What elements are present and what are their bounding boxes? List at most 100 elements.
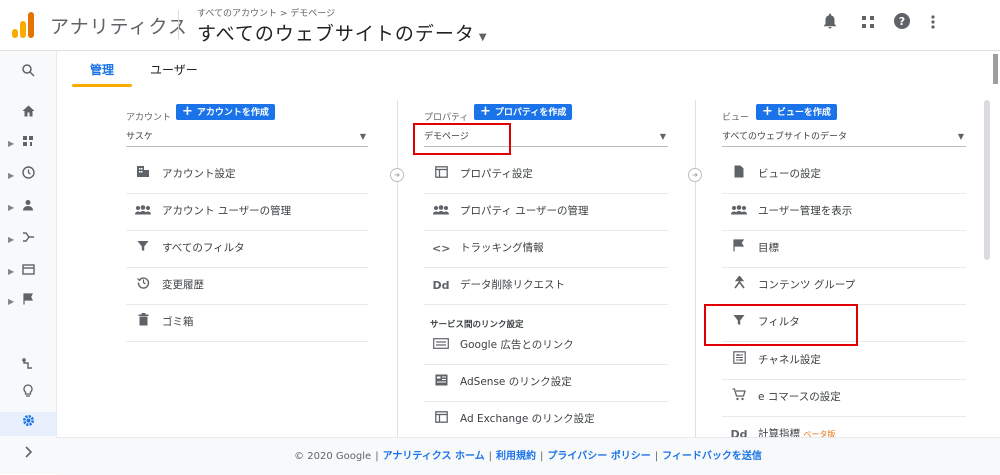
google-ads-icon: [432, 327, 450, 364]
footer-link-feedback[interactable]: フィードバックを送信: [662, 451, 762, 462]
header-bar: アナリティクス すべてのアカウント > デモページ すべてのウェブサイトのデータ…: [0, 0, 1000, 51]
row-label: Ad Exchange のリンク設定: [460, 413, 595, 425]
dd-icon: Dd: [432, 279, 450, 292]
realtime-clock-icon[interactable]: ▶: [0, 164, 56, 188]
account-selected-value: サスケ: [126, 132, 153, 142]
row-label: ユーザー管理を表示: [758, 205, 853, 217]
plus-icon: +: [480, 104, 491, 119]
property-row-users[interactable]: プロパティ ユーザーの管理: [424, 193, 668, 231]
caret-down-icon: ▼: [478, 32, 488, 43]
property-row-settings[interactable]: プロパティ設定: [424, 156, 668, 194]
column-separator: [397, 100, 398, 437]
footer-link-terms[interactable]: 利用規約: [496, 451, 536, 462]
property-row-data-deletion[interactable]: Dd データ削除リクエスト: [424, 267, 668, 305]
acquisition-icon[interactable]: ▶: [0, 228, 56, 252]
audience-person-icon[interactable]: ▶: [0, 196, 56, 220]
footer-link-analytics-home[interactable]: アナリティクス ホーム: [383, 451, 485, 462]
view-selected-value: すべてのウェブサイトのデータ: [722, 132, 848, 142]
property-column-label: プロパティ: [424, 113, 469, 123]
footer-separator: |: [654, 451, 659, 462]
property-row-adsense[interactable]: AdSense のリンク設定: [424, 364, 668, 402]
account-row-history[interactable]: 変更履歴: [126, 267, 368, 305]
filter-icon: [134, 230, 152, 267]
tab-admin[interactable]: 管理: [90, 61, 114, 78]
view-row-users[interactable]: ユーザー管理を表示: [722, 193, 966, 231]
view-selector[interactable]: すべてのウェブサイトのデータ ▼: [722, 128, 966, 147]
collapse-chevron-icon[interactable]: [0, 443, 56, 467]
view-row-calculated-metrics[interactable]: Dd 計算指標 ベータ版: [722, 416, 966, 438]
plus-icon: +: [762, 104, 773, 119]
dropdown-arrow-icon: ▼: [359, 132, 366, 141]
row-label: e コマースの設定: [758, 391, 841, 403]
row-label: チャネル設定: [758, 354, 821, 366]
behavior-icon[interactable]: ▶: [0, 260, 56, 284]
highlight-box-property: [413, 123, 511, 155]
create-view-button[interactable]: + ビューを作成: [756, 104, 837, 120]
discover-lightbulb-icon[interactable]: [0, 382, 56, 406]
analytics-logo-icon[interactable]: [12, 12, 34, 38]
create-account-label: アカウントを作成: [196, 108, 269, 118]
row-label: ビューの設定: [758, 168, 821, 180]
row-label: ゴミ箱: [162, 316, 194, 328]
tab-active-underline: [72, 84, 132, 87]
view-title: すべてのウェブサイトのデータ: [197, 23, 475, 45]
account-column-label: アカウント: [126, 113, 172, 123]
tab-user[interactable]: ユーザー: [150, 61, 198, 78]
view-row-channel-settings[interactable]: チャネル設定: [722, 342, 966, 380]
row-label-wrap: 計算指標 ベータ版: [758, 416, 835, 437]
dropdown-arrow-icon: ▼: [957, 132, 964, 141]
row-label: Google 広告とのリンク: [460, 339, 574, 351]
create-property-label: プロパティを作成: [494, 108, 567, 118]
view-row-ecommerce[interactable]: e コマースの設定: [722, 379, 966, 417]
view-row-goals[interactable]: 目標: [722, 230, 966, 268]
content-scrollbar[interactable]: [984, 100, 990, 260]
row-label: データ削除リクエスト: [460, 279, 565, 291]
home-icon[interactable]: [0, 102, 56, 126]
account-row-users[interactable]: アカウント ユーザーの管理: [126, 193, 368, 231]
users-icon: [432, 193, 450, 230]
property-row-tracking[interactable]: <> トラッキング情報: [424, 230, 668, 268]
svg-text:?: ?: [899, 15, 905, 28]
help-icon[interactable]: ?: [891, 13, 913, 35]
users-icon: [134, 193, 152, 230]
footer-separator: |: [540, 451, 544, 462]
window-icon: [432, 156, 450, 193]
more-vert-icon[interactable]: [922, 13, 944, 35]
bell-icon[interactable]: [819, 13, 841, 35]
account-row-trash[interactable]: ゴミ箱: [126, 304, 368, 342]
channel-icon: [730, 342, 748, 379]
row-label: AdSense のリンク設定: [460, 376, 572, 388]
plus-icon: +: [182, 104, 193, 119]
create-view-label: ビューを作成: [776, 108, 831, 118]
cart-icon: [730, 379, 748, 416]
account-selector[interactable]: サスケ ▼: [126, 128, 368, 147]
account-row-settings[interactable]: アカウント設定: [126, 156, 368, 194]
property-row-google-ads[interactable]: Google 広告とのリンク: [424, 327, 668, 365]
account-row-filters[interactable]: すべてのフィルタ: [126, 230, 368, 268]
footer-separator: |: [375, 451, 379, 462]
conversions-flag-icon[interactable]: ▶: [0, 290, 56, 314]
attribution-icon[interactable]: [0, 355, 56, 379]
flag-icon: [730, 230, 748, 267]
breadcrumb[interactable]: すべてのアカウント > デモページ: [197, 6, 335, 19]
dropdown-arrow-icon: ▼: [659, 132, 666, 141]
row-label: すべてのフィルタ: [162, 242, 245, 254]
admin-gear-icon[interactable]: [0, 412, 56, 436]
dd-icon: Dd: [730, 428, 748, 438]
page-scrollbar[interactable]: [993, 54, 998, 84]
column-separator: [695, 100, 696, 437]
search-icon[interactable]: [0, 62, 56, 86]
customization-icon[interactable]: ▶: [0, 132, 56, 156]
create-property-button[interactable]: + プロパティを作成: [474, 104, 573, 120]
view-row-content-groups[interactable]: コンテンツ グループ: [722, 267, 966, 305]
view-row-settings[interactable]: ビューの設定: [722, 156, 966, 194]
apps-icon[interactable]: [857, 13, 879, 35]
create-account-button[interactable]: + アカウントを作成: [176, 104, 275, 120]
footer-link-privacy[interactable]: プライバシー ポリシー: [547, 451, 650, 462]
view-column-label: ビュー: [722, 113, 750, 123]
view-selector[interactable]: すべてのウェブサイトのデータ ▼: [197, 19, 488, 46]
footer: © 2020 Google | アナリティクス ホーム | 利用規約 | プライバシー ポリ…: [56, 437, 1000, 475]
property-row-ad-exchange[interactable]: Ad Exchange のリンク設定: [424, 401, 668, 439]
row-label: プロパティ ユーザーの管理: [460, 205, 589, 217]
trash-icon: [134, 304, 152, 341]
